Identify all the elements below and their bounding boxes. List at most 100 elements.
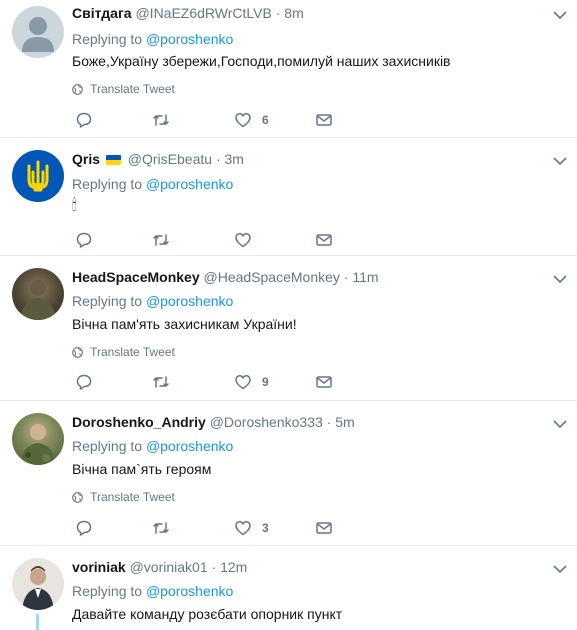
tweet-text: Боже,Україну збережи,Господи,помилуй наш…	[72, 53, 451, 69]
mention-link[interactable]: @poroshenko	[146, 176, 233, 192]
thread-line	[36, 614, 39, 630]
user-handle[interactable]: @voriniak01	[130, 559, 208, 575]
tweet-text: Вічна пам'ять захисникам України!	[72, 316, 297, 332]
separator-dot: ·	[326, 414, 332, 430]
chevron-down-icon[interactable]	[551, 415, 569, 433]
reply-button[interactable]	[75, 518, 93, 538]
reply-button[interactable]	[75, 372, 93, 392]
timestamp[interactable]: 3m	[225, 151, 244, 167]
heart-icon	[235, 521, 251, 536]
tweet[interactable]: Qris @QrisEbeatu · 3m Replying to @poros…	[0, 138, 577, 256]
envelope-icon	[316, 522, 332, 534]
heart-icon	[235, 375, 251, 390]
globe-icon	[72, 347, 83, 358]
retweet-icon	[153, 376, 169, 388]
translate-label: Translate Tweet	[90, 82, 175, 96]
display-name[interactable]: voriniak	[72, 559, 126, 575]
separator-dot: ·	[275, 5, 281, 21]
tweet[interactable]: Doroshenko_Andriy @Doroshenko333 · 5m Re…	[0, 401, 577, 546]
globe-icon	[72, 84, 83, 95]
display-name[interactable]: Qris	[72, 151, 100, 167]
user-handle[interactable]: @HeadSpaceMonkey	[204, 269, 340, 285]
direct-message-button[interactable]	[315, 110, 333, 130]
separator-dot: ·	[343, 269, 349, 285]
retweet-icon	[153, 114, 169, 126]
replying-to: Replying to @poroshenko	[72, 582, 233, 600]
like-button[interactable]: 9	[234, 372, 269, 392]
tweet[interactable]: voriniak @voriniak01 · 12m Replying to @…	[0, 546, 577, 630]
direct-message-button[interactable]	[315, 230, 333, 250]
direct-message-button[interactable]	[315, 518, 333, 538]
tweet-header: Світдага @INaEZ6dRWrCtLVB · 8m	[72, 4, 304, 22]
heart-icon	[235, 233, 251, 248]
retweet-button[interactable]	[152, 518, 170, 538]
chevron-down-icon[interactable]	[551, 152, 569, 170]
replying-to: Replying to @poroshenko	[72, 30, 233, 48]
avatar-man-in-suit[interactable]	[12, 558, 64, 610]
separator-dot: ·	[215, 151, 221, 167]
tweet[interactable]: HeadSpaceMonkey @HeadSpaceMonkey · 11m R…	[0, 256, 577, 401]
tweet-text: 🕯	[72, 197, 77, 214]
envelope-icon	[316, 234, 332, 246]
avatar-camo[interactable]	[12, 413, 64, 465]
translate-label: Translate Tweet	[90, 345, 175, 359]
display-name[interactable]: Світдага	[72, 5, 132, 21]
chevron-down-icon[interactable]	[551, 270, 569, 288]
reply-icon	[76, 232, 92, 248]
trident-icon	[27, 160, 49, 192]
avatar-soldier[interactable]	[12, 268, 64, 320]
timestamp[interactable]: 12m	[220, 559, 247, 575]
mention-link[interactable]: @poroshenko	[146, 31, 233, 47]
translate-tweet-link[interactable]: Translate Tweet	[72, 489, 175, 505]
tweet-actions	[72, 230, 372, 250]
retweet-button[interactable]	[152, 372, 170, 392]
retweet-icon	[153, 522, 169, 534]
retweet-button[interactable]	[152, 110, 170, 130]
default-profile-icon	[22, 17, 54, 52]
soldier-photo-icon	[20, 424, 56, 465]
timestamp[interactable]: 11m	[352, 269, 378, 285]
like-count: 3	[262, 521, 269, 535]
translate-tweet-link[interactable]: Translate Tweet	[72, 344, 175, 360]
tweet-actions: 3	[72, 518, 372, 538]
replying-label: Replying to	[72, 293, 143, 309]
retweet-button[interactable]	[152, 230, 170, 250]
user-handle[interactable]: @INaEZ6dRWrCtLVB	[135, 5, 271, 21]
mention-link[interactable]: @poroshenko	[146, 293, 233, 309]
avatar-default[interactable]	[12, 6, 64, 58]
replying-label: Replying to	[72, 31, 143, 47]
chevron-down-icon[interactable]	[551, 6, 569, 24]
replying-to: Replying to @poroshenko	[72, 292, 233, 310]
retweet-icon	[153, 234, 169, 246]
display-name[interactable]: Doroshenko_Andriy	[72, 414, 206, 430]
like-count: 9	[262, 375, 269, 389]
timestamp[interactable]: 8m	[284, 5, 303, 21]
mention-link[interactable]: @poroshenko	[146, 583, 233, 599]
timestamp[interactable]: 5m	[335, 414, 354, 430]
chevron-down-icon[interactable]	[551, 560, 569, 578]
like-button[interactable]: 6	[234, 110, 269, 130]
user-handle[interactable]: @QrisEbeatu	[128, 151, 212, 167]
tweet[interactable]: Світдага @INaEZ6dRWrCtLVB · 8m Replying …	[0, 0, 577, 138]
user-handle[interactable]: @Doroshenko333	[210, 414, 323, 430]
like-count: 6	[262, 113, 269, 127]
reply-button[interactable]	[75, 110, 93, 130]
envelope-icon	[316, 376, 332, 388]
replying-label: Replying to	[72, 438, 143, 454]
like-button[interactable]: 3	[234, 518, 269, 538]
tweet-actions: 6	[72, 110, 372, 130]
translate-tweet-link[interactable]: Translate Tweet	[72, 81, 175, 97]
like-button[interactable]	[234, 230, 252, 250]
replying-label: Replying to	[72, 176, 143, 192]
globe-icon	[72, 492, 83, 503]
heart-icon	[235, 113, 251, 128]
envelope-icon	[316, 114, 332, 126]
reply-button[interactable]	[75, 230, 93, 250]
tweet-text: Вічна пам`ять героям	[72, 461, 212, 477]
direct-message-button[interactable]	[315, 372, 333, 392]
tweet-header: Qris @QrisEbeatu · 3m	[72, 150, 244, 168]
avatar-trident[interactable]	[12, 150, 64, 202]
replying-to: Replying to @poroshenko	[72, 437, 233, 455]
mention-link[interactable]: @poroshenko	[146, 438, 233, 454]
display-name[interactable]: HeadSpaceMonkey	[72, 269, 200, 285]
